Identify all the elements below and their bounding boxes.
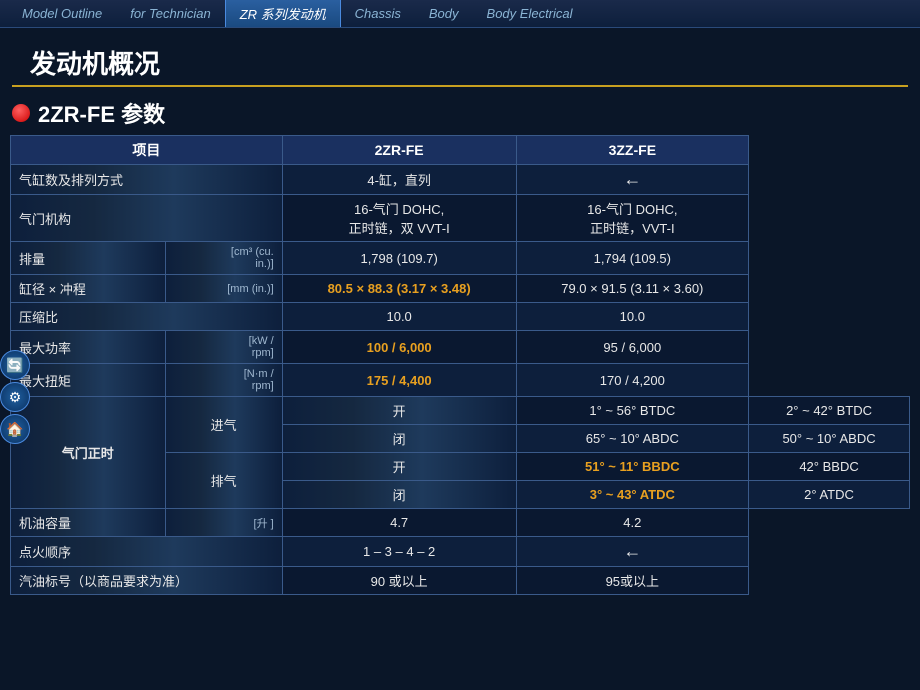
section-title-text: 2ZR-FE 参数 — [38, 97, 165, 129]
row-label-compression: 压缩比 — [11, 303, 283, 331]
parameters-table-wrapper: 项目 2ZR-FE 3ZZ-FE 气缸数及排列方式 4-缸，直列 ← 气门机构 … — [0, 135, 920, 595]
table-row: 排量 [cm³ (cu. in.)] 1,798 (109.7) 1,794 (… — [11, 242, 910, 275]
row-label-intake-open: 开 — [282, 397, 516, 425]
section-header: 2ZR-FE 参数 — [0, 87, 920, 135]
row-unit-bore: [mm (in.)] — [165, 275, 282, 303]
row-3zz-torque: 170 / 4,200 — [516, 364, 748, 397]
table-row: 气缸数及排列方式 4-缸，直列 ← — [11, 165, 910, 195]
nav-body[interactable]: Body — [415, 0, 473, 27]
row-label-exhaust-open: 开 — [282, 453, 516, 481]
col-header-3zz: 3ZZ-FE — [516, 136, 748, 165]
table-row: 最大功率 [kW / rpm] 100 / 6,000 95 / 6,000 — [11, 331, 910, 364]
row-3zz-bore: 79.0 × 91.5 (3.11 × 3.60) — [516, 275, 748, 303]
row-3zz-cylinders: ← — [516, 165, 748, 195]
row-3zz-intake-close: 50° ~ 10° ABDC — [749, 425, 910, 453]
table-row: 缸径 × 冲程 [mm (in.)] 80.5 × 88.3 (3.17 × 3… — [11, 275, 910, 303]
sidebar-left: 🔄 ⚙ 🏠 — [0, 350, 32, 444]
row-3zz-valve: 16-气门 DOHC, 正时链，VVT-I — [516, 195, 748, 242]
col-header-2zr: 2ZR-FE — [282, 136, 516, 165]
nav-model-outline[interactable]: Model Outline — [8, 0, 116, 27]
col-header-label: 项目 — [11, 136, 283, 165]
row-3zz-power: 95 / 6,000 — [516, 331, 748, 364]
row-3zz-exhaust-close: 2° ATDC — [749, 481, 910, 509]
row-3zz-ignition: ← — [516, 537, 748, 567]
row-2zr-cylinders: 4-缸，直列 — [282, 165, 516, 195]
row-label-fuel: 汽油标号（以商品要求为准） — [11, 567, 283, 595]
row-unit-power: [kW / rpm] — [165, 331, 282, 364]
row-3zz-compression: 10.0 — [516, 303, 748, 331]
row-label-power: 最大功率 — [11, 331, 166, 364]
row-label-oil: 机油容量 — [11, 509, 166, 537]
table-row: 气门机构 16-气门 DOHC, 正时链，双 VVT-I 16-气门 DOHC,… — [11, 195, 910, 242]
row-label-intake: 进气 — [165, 397, 282, 453]
row-label-ignition: 点火顺序 — [11, 537, 283, 567]
table-row-oil: 机油容量 [升 ] 4.7 4.2 — [11, 509, 910, 537]
red-circle-icon — [12, 104, 30, 122]
page-header: 发动机概况 — [12, 34, 908, 87]
row-unit-displacement: [cm³ (cu. in.)] — [165, 242, 282, 275]
page-title: 发动机概况 — [30, 49, 160, 79]
row-3zz-displacement: 1,794 (109.5) — [516, 242, 748, 275]
row-label-intake-close: 闭 — [282, 425, 516, 453]
row-unit-oil: [升 ] — [165, 509, 282, 537]
top-navigation: Model Outline for Technician ZR 系列发动机 Ch… — [0, 0, 920, 28]
nav-chassis[interactable]: Chassis — [341, 0, 415, 27]
row-2zr-ignition: 1 – 3 – 4 – 2 — [282, 537, 516, 567]
row-2zr-fuel: 90 或以上 — [282, 567, 516, 595]
row-3zz-fuel: 95或以上 — [516, 567, 748, 595]
row-label-exhaust-close: 闭 — [282, 481, 516, 509]
nav-for-technician[interactable]: for Technician — [116, 0, 224, 27]
sidebar-icon-home[interactable]: 🏠 — [0, 414, 30, 444]
row-label-displacement: 排量 — [11, 242, 166, 275]
table-row-intake-open: 气门正时 进气 开 1° ~ 56° BTDC 2° ~ 42° BTDC — [11, 397, 910, 425]
nav-body-electrical[interactable]: Body Electrical — [473, 0, 587, 27]
row-2zr-intake-close: 65° ~ 10° ABDC — [516, 425, 748, 453]
table-row: 最大扭矩 [N·m / rpm] 175 / 4,400 170 / 4,200 — [11, 364, 910, 397]
row-3zz-intake-open: 2° ~ 42° BTDC — [749, 397, 910, 425]
row-2zr-torque: 175 / 4,400 — [282, 364, 516, 397]
row-2zr-displacement: 1,798 (109.7) — [282, 242, 516, 275]
sidebar-icon-refresh[interactable]: 🔄 — [0, 350, 30, 380]
row-3zz-exhaust-open: 42° BBDC — [749, 453, 910, 481]
row-2zr-intake-open: 1° ~ 56° BTDC — [516, 397, 748, 425]
row-label-cylinders: 气缸数及排列方式 — [11, 165, 283, 195]
row-2zr-exhaust-close: 3° ~ 43° ATDC — [516, 481, 748, 509]
row-label-exhaust: 排气 — [165, 453, 282, 509]
row-label-valve-timing: 气门正时 — [11, 397, 166, 509]
table-row: 压缩比 10.0 10.0 — [11, 303, 910, 331]
row-label-bore: 缸径 × 冲程 — [11, 275, 166, 303]
row-2zr-oil: 4.7 — [282, 509, 516, 537]
row-unit-torque: [N·m / rpm] — [165, 364, 282, 397]
table-row-fuel: 汽油标号（以商品要求为准） 90 或以上 95或以上 — [11, 567, 910, 595]
parameters-table: 项目 2ZR-FE 3ZZ-FE 气缸数及排列方式 4-缸，直列 ← 气门机构 … — [10, 135, 910, 595]
row-2zr-valve: 16-气门 DOHC, 正时链，双 VVT-I — [282, 195, 516, 242]
row-2zr-compression: 10.0 — [282, 303, 516, 331]
row-label-torque: 最大扭矩 — [11, 364, 166, 397]
row-3zz-oil: 4.2 — [516, 509, 748, 537]
sidebar-icon-settings[interactable]: ⚙ — [0, 382, 30, 412]
nav-zr-engine[interactable]: ZR 系列发动机 — [225, 0, 341, 27]
row-label-valve: 气门机构 — [11, 195, 283, 242]
table-row-ignition: 点火顺序 1 – 3 – 4 – 2 ← — [11, 537, 910, 567]
row-2zr-bore: 80.5 × 88.3 (3.17 × 3.48) — [282, 275, 516, 303]
row-2zr-power: 100 / 6,000 — [282, 331, 516, 364]
row-2zr-exhaust-open: 51° ~ 11° BBDC — [516, 453, 748, 481]
